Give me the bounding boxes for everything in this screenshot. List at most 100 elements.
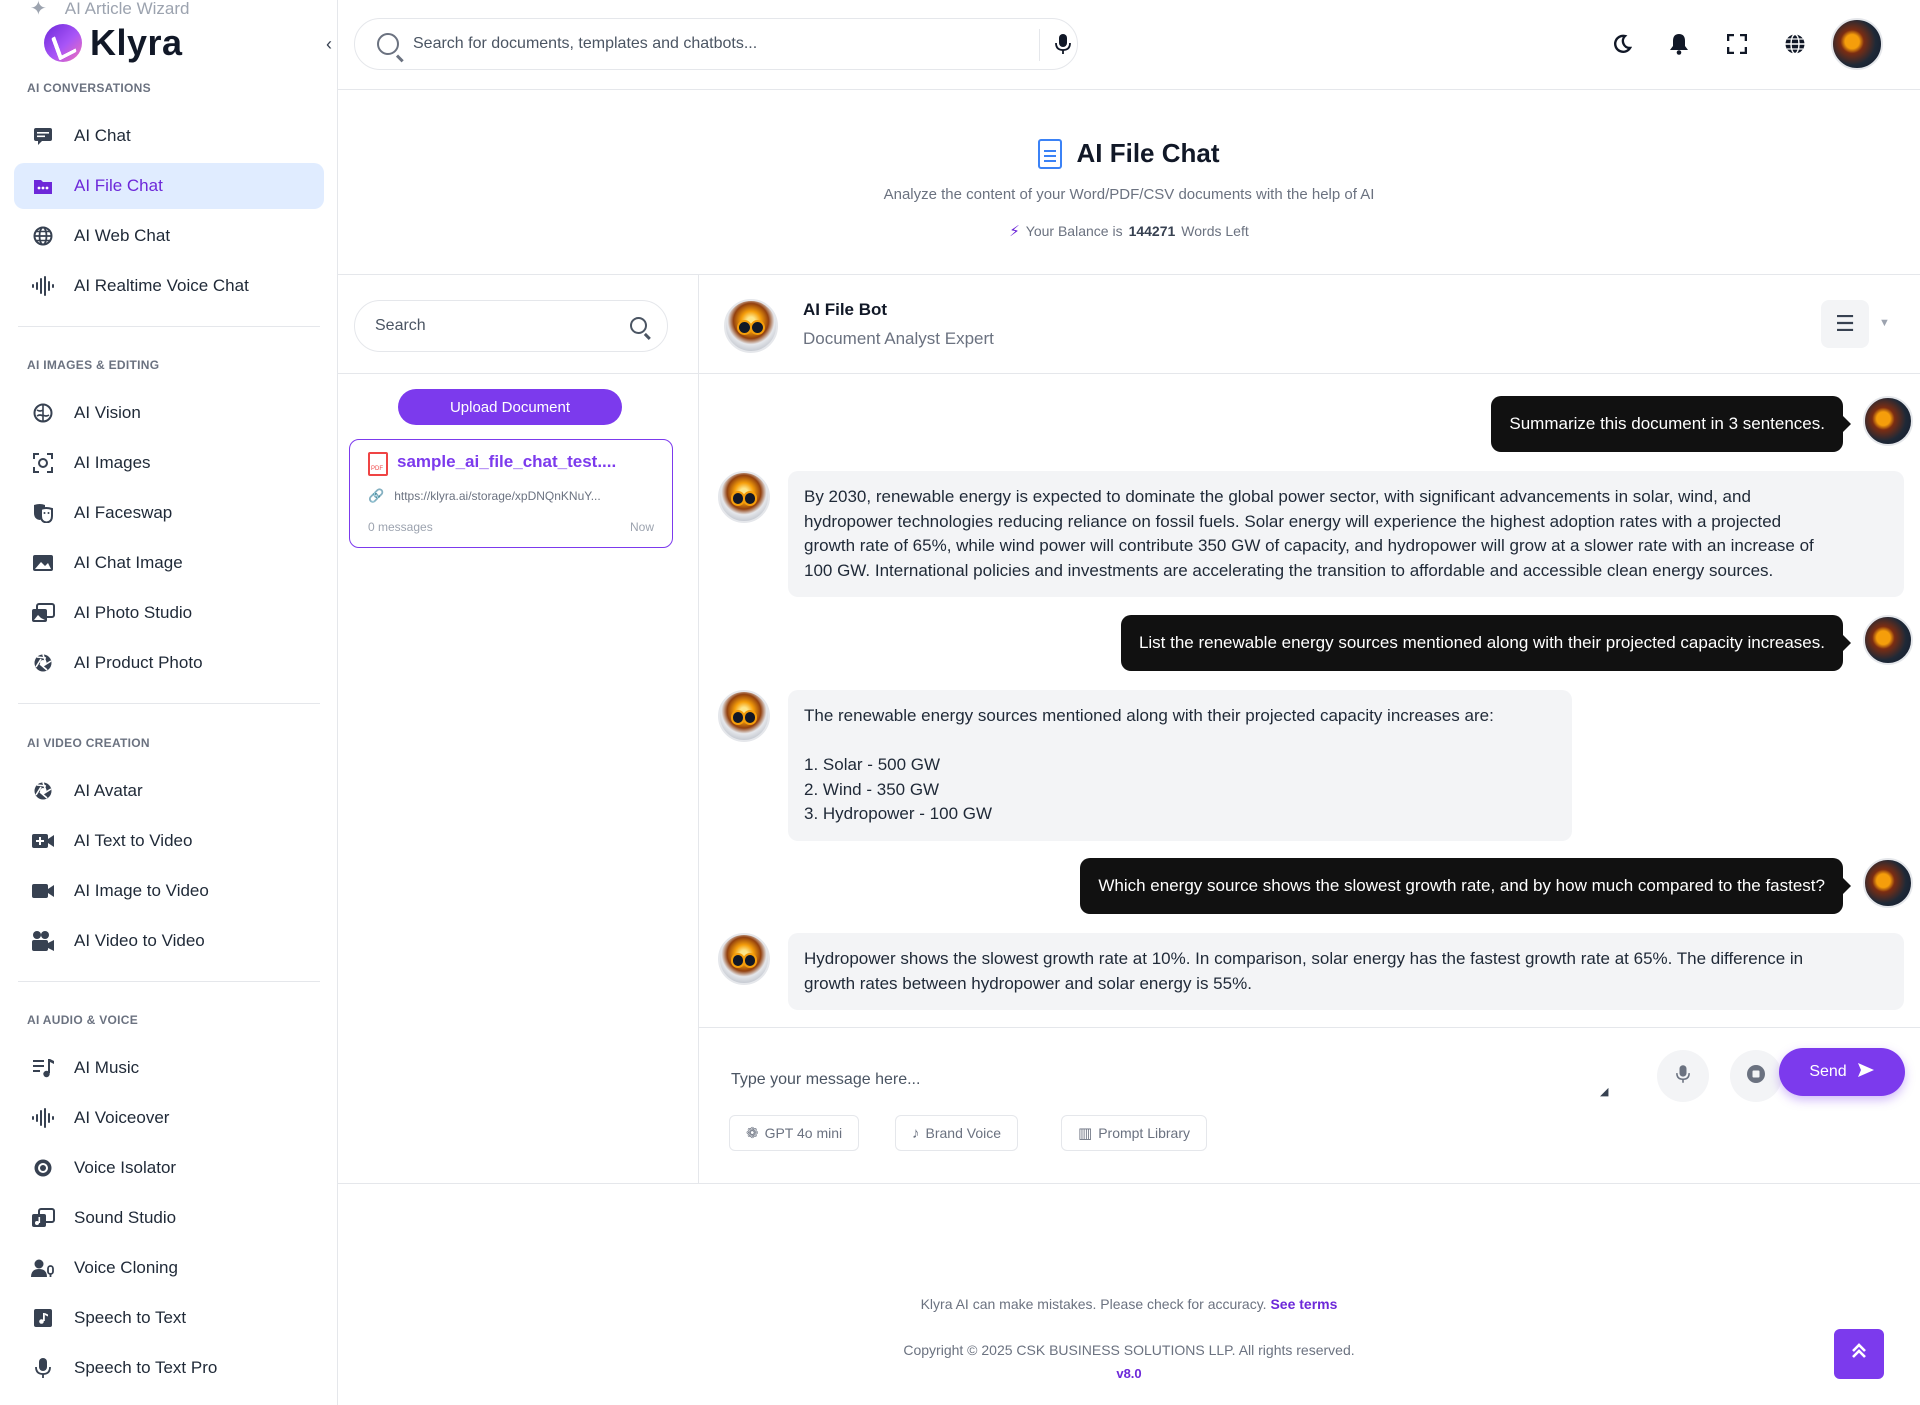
sidebar-item-ai-faceswap[interactable]: AI Faceswap <box>14 490 324 536</box>
chevron-down-icon[interactable]: ▼ <box>1879 317 1890 329</box>
scroll-to-top-button[interactable] <box>1834 1329 1884 1379</box>
sidebar-item-label: AI Product Photo <box>74 653 203 672</box>
music-list-icon <box>30 1057 56 1079</box>
topbar <box>338 0 1920 90</box>
sparkle-icon: ✦ <box>30 0 47 20</box>
stop-button[interactable] <box>1730 1050 1782 1102</box>
sidebar-item-ai-images[interactable]: AI Images <box>14 440 324 486</box>
resize-handle-icon[interactable]: ◢ <box>1600 1085 1608 1098</box>
collapse-sidebar-icon[interactable]: ‹ <box>320 34 337 54</box>
bot-message: By 2030, renewable energy is expected to… <box>788 471 1904 597</box>
sidebar-item-ai-text-to-video[interactable]: AI Text to Video <box>14 818 324 864</box>
page-title-text: AI File Chat <box>1076 138 1220 168</box>
prompt-library-chip[interactable]: ▥ Prompt Library <box>1061 1115 1207 1151</box>
sidebar-divider <box>18 703 320 704</box>
sidebar-item-label: Voice Cloning <box>74 1258 178 1277</box>
user-avatar <box>1863 396 1913 446</box>
file-panel: Upload Document sample_ai_file_chat_test… <box>338 275 699 1183</box>
sidebar-item-ai-realtime-voice-chat[interactable]: AI Realtime Voice Chat <box>14 263 324 309</box>
search-icon[interactable] <box>630 317 647 334</box>
sidebar-item-speech-to-text[interactable]: Speech to Text <box>14 1295 324 1341</box>
waveform-icon <box>30 1107 56 1129</box>
picture-icon <box>30 552 56 574</box>
sidebar-item-label: AI Chat Image <box>74 553 183 572</box>
sidebar-item-sound-studio[interactable]: Sound Studio <box>14 1195 324 1241</box>
photo-studio-icon <box>30 602 56 624</box>
microphone-icon <box>30 1357 56 1379</box>
chat-header: AI File Bot Document Analyst Expert ☰ ▼ <box>699 275 1920 374</box>
user-message-text: List the renewable energy sources mentio… <box>1138 633 1825 652</box>
balance-value: 144271 <box>1128 223 1176 239</box>
sidebar-item-ai-chat-image[interactable]: AI Chat Image <box>14 540 324 586</box>
sidebar-item-ai-file-chat[interactable]: AI File Chat <box>14 163 324 209</box>
sidebar-item-label: AI Article Wizard <box>64 0 190 18</box>
sidebar-item-label: AI Music <box>74 1058 140 1077</box>
chip-label: GPT 4o mini <box>764 1125 843 1141</box>
sidebar-item-ai-chat[interactable]: AI Chat <box>14 113 324 159</box>
file-url: https://klyra.ai/storage/xpDNQnKNuY... <box>394 489 601 503</box>
send-button[interactable]: Send <box>1779 1048 1905 1096</box>
sidebar-item-label: AI File Chat <box>74 176 163 195</box>
ai-disclaimer: Klyra AI can make mistakes. Please check… <box>338 1296 1920 1312</box>
bell-icon[interactable] <box>1665 30 1693 58</box>
sidebar-item-ai-photo-studio[interactable]: AI Photo Studio <box>14 590 324 636</box>
sidebar-item-voice-isolator[interactable]: Voice Isolator <box>14 1145 324 1191</box>
see-terms-link[interactable]: See terms <box>1270 1296 1337 1312</box>
bot-message-line: hydropower technologies reducing relianc… <box>804 511 1782 531</box>
upload-document-button[interactable]: Upload Document <box>398 389 622 425</box>
file-message-count: 0 messages <box>368 520 433 534</box>
user-message: Which energy source shows the slowest gr… <box>1080 858 1851 914</box>
fullscreen-icon[interactable] <box>1723 30 1751 58</box>
user-message: Summarize this document in 3 sentences. <box>1491 396 1851 452</box>
file-chat-icon <box>30 175 56 197</box>
bot-name: AI File Bot <box>803 300 888 319</box>
video-camera-icon <box>30 880 56 902</box>
link-icon: 🔗 <box>368 488 385 503</box>
globe-icon[interactable] <box>1781 30 1809 58</box>
sidebar-item-ai-article-wizard[interactable]: ✦ AI Article Wizard <box>30 0 189 21</box>
bot-message-line: 2. Wind - 350 GW <box>804 779 940 799</box>
brain-icon <box>30 402 56 424</box>
sidebar-item-ai-product-photo[interactable]: AI Product Photo <box>14 640 324 686</box>
sidebar-item-label: Speech to Text <box>74 1308 187 1327</box>
film-camera-icon <box>30 930 56 952</box>
stop-circle-icon <box>1746 1064 1766 1089</box>
bot-message-line: growth rates between hydropower and sola… <box>804 973 1252 993</box>
sound-studio-icon <box>30 1207 56 1229</box>
voice-input-button[interactable] <box>1657 1050 1709 1102</box>
sidebar-item-label: AI Avatar <box>74 781 143 800</box>
chip-label: Brand Voice <box>925 1125 1002 1141</box>
sidebar-item-voice-cloning[interactable]: Voice Cloning <box>14 1245 324 1291</box>
sidebar-item-ai-music[interactable]: AI Music <box>14 1045 324 1091</box>
video-plus-icon <box>30 830 56 852</box>
chat-menu-button[interactable]: ☰ <box>1821 300 1869 348</box>
hamburger-icon: ☰ <box>1835 311 1855 336</box>
page-header: AI File Chat Analyze the content of your… <box>338 90 1920 275</box>
sidebar-item-ai-avatar[interactable]: AI Avatar <box>14 768 324 814</box>
model-selector-chip[interactable]: ❁ GPT 4o mini <box>729 1115 860 1151</box>
user-message-text: Summarize this document in 3 sentences. <box>1509 414 1825 433</box>
file-panel-divider <box>338 373 699 374</box>
user-avatar[interactable] <box>1831 18 1883 70</box>
microphone-icon[interactable] <box>1055 33 1071 60</box>
version: v8.0 <box>1116 1366 1142 1381</box>
bot-message-line: 3. Hydropower - 100 GW <box>804 804 993 823</box>
file-search-input[interactable] <box>375 317 615 335</box>
microphone-icon <box>1676 1064 1690 1089</box>
search-divider <box>1039 29 1040 61</box>
sidebar-item-ai-voiceover[interactable]: AI Voiceover <box>14 1095 324 1141</box>
moon-icon[interactable] <box>1608 30 1636 58</box>
masks-icon <box>30 502 56 524</box>
sidebar-item-label: AI Video to Video <box>74 931 205 950</box>
global-search-input[interactable] <box>413 35 1013 53</box>
brand-voice-chip[interactable]: ♪ Brand Voice <box>895 1115 1018 1151</box>
brand-logo[interactable]: Klyra <box>44 22 183 64</box>
file-card[interactable]: sample_ai_file_chat_test.... 🔗 https://k… <box>349 439 673 548</box>
openai-icon: ❁ <box>746 1125 759 1142</box>
sidebar-item-speech-to-text-pro[interactable]: Speech to Text Pro <box>14 1345 324 1391</box>
sidebar-item-ai-web-chat[interactable]: AI Web Chat <box>14 213 324 259</box>
message-input[interactable] <box>731 1057 1611 1107</box>
sidebar-item-ai-image-to-video[interactable]: AI Image to Video <box>14 868 324 914</box>
sidebar-item-ai-vision[interactable]: AI Vision <box>14 390 324 436</box>
sidebar-item-ai-video-to-video[interactable]: AI Video to Video <box>14 918 324 964</box>
